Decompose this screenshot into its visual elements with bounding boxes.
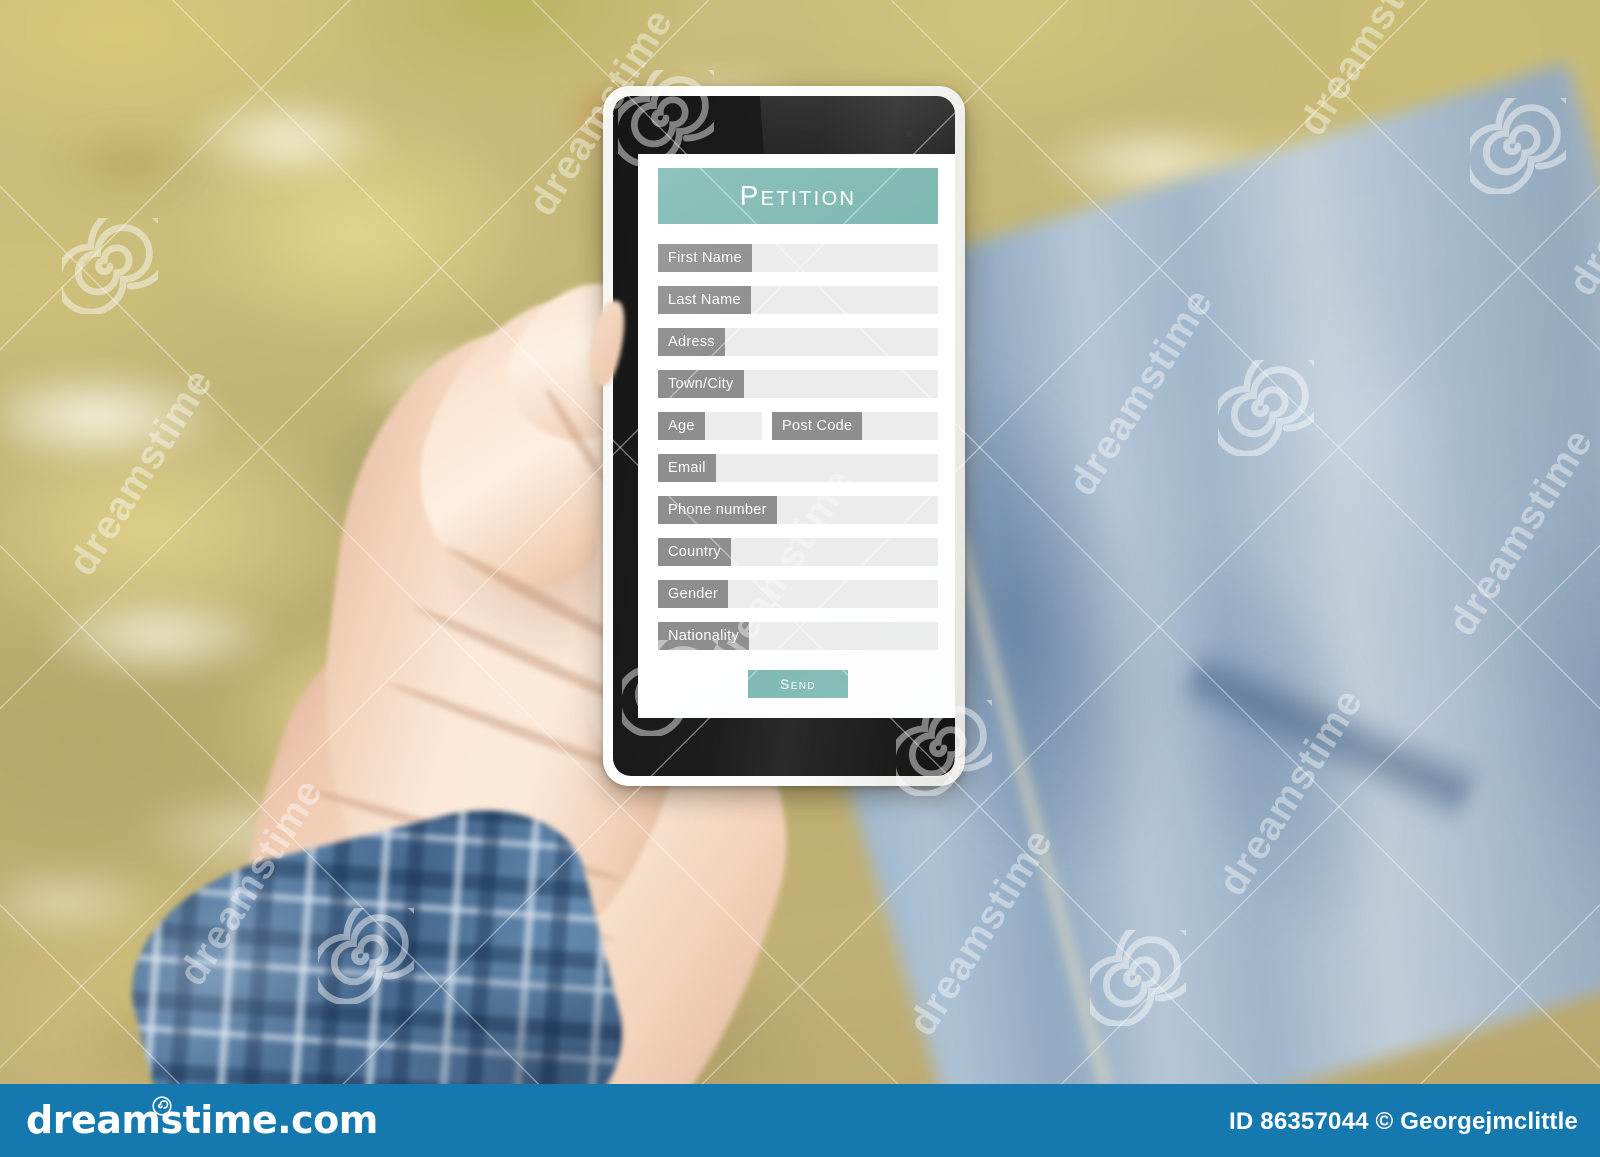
address-label: Adress [658,328,725,356]
submit-row: Send [658,670,938,698]
dreamstime-logo: dreamstime.com [26,1098,378,1142]
age-input[interactable] [704,412,762,440]
email-input[interactable] [715,454,938,482]
field-row-phone-number[interactable]: Phone number [658,496,938,524]
send-button[interactable]: Send [748,670,848,698]
field-row-town-city[interactable]: Town/City [658,370,938,398]
field-row-first-name[interactable]: First Name [658,244,938,272]
app-header-bar: Petition [658,168,938,224]
last-name-input[interactable] [750,286,938,314]
smartphone-device: Petition First Name Last Name Adress Tow… [603,86,965,786]
country-input[interactable] [730,538,938,566]
phone-number-label: Phone number [658,496,777,524]
last-name-label: Last Name [658,286,751,314]
watermark-text: dreamstime [60,361,222,584]
post-code-label: Post Code [772,412,863,440]
post-code-field-group[interactable]: Post Code [772,412,938,440]
field-row-gender[interactable]: Gender [658,580,938,608]
image-credit: ID 86357044 © Georgejmclittle [1229,1108,1578,1135]
town-city-input[interactable] [743,370,938,398]
age-field-group[interactable]: Age [658,412,762,440]
field-row-country[interactable]: Country [658,538,938,566]
gender-input[interactable] [728,580,938,608]
email-label: Email [658,454,716,482]
field-gap [762,412,772,440]
field-row-nationality[interactable]: Nationality [658,622,938,650]
front-camera-icon [905,130,912,137]
dreamstime-spiral-icon [62,218,158,314]
address-input[interactable] [724,328,938,356]
age-label: Age [658,412,705,440]
town-city-label: Town/City [658,370,744,398]
registered-spiral-icon [152,1096,172,1116]
country-label: Country [658,538,731,566]
phone-number-input[interactable] [776,496,938,524]
nationality-input[interactable] [749,622,938,650]
phone-bezel: Petition First Name Last Name Adress Tow… [613,96,955,776]
field-row-last-name[interactable]: Last Name [658,286,938,314]
app-content: Petition First Name Last Name Adress Tow… [658,168,938,698]
field-row-age-postcode: Age Post Code [658,412,938,440]
post-code-input[interactable] [862,412,938,440]
first-name-input[interactable] [751,244,938,272]
dreamstime-footer-bar: dreamstime.com ID 86357044 © Georgejmcli… [0,1084,1600,1157]
page-title: Petition [739,180,857,211]
screenshot-stage: Petition First Name Last Name Adress Tow… [0,0,1600,1157]
field-row-email[interactable]: Email [658,454,938,482]
nationality-label: Nationality [658,622,749,650]
field-row-address[interactable]: Adress [658,328,938,356]
phone-screen: Petition First Name Last Name Adress Tow… [638,154,955,718]
gender-label: Gender [658,580,729,608]
first-name-label: First Name [658,244,752,272]
